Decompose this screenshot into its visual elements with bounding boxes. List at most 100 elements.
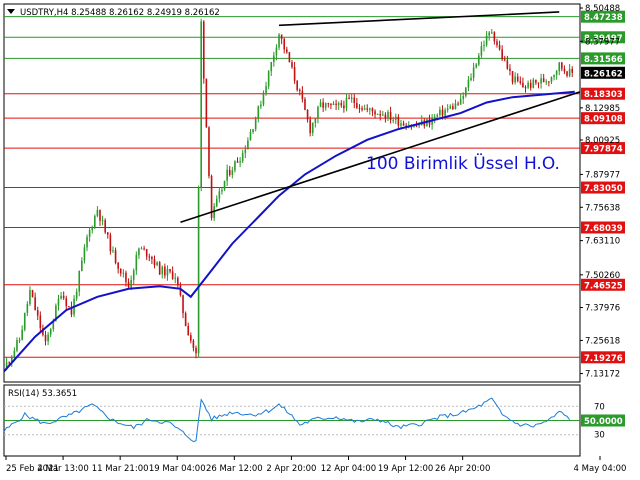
candle-body xyxy=(21,329,23,340)
candle-body xyxy=(130,279,132,288)
candle-body xyxy=(356,102,358,108)
candle-body xyxy=(47,334,49,342)
candle-body xyxy=(267,71,270,87)
candle-body xyxy=(418,125,420,127)
candle-body xyxy=(65,298,68,307)
candle-body xyxy=(291,62,293,68)
candle-body xyxy=(135,255,138,271)
candle-body xyxy=(548,81,550,83)
candle-body xyxy=(524,87,527,89)
candle-body xyxy=(324,103,327,108)
candle-body xyxy=(234,161,236,171)
candle-body xyxy=(467,79,470,88)
candle-body xyxy=(83,247,86,261)
candle-body xyxy=(125,272,127,282)
candle-body xyxy=(23,312,26,330)
candle-body xyxy=(506,60,509,69)
candle-body xyxy=(231,170,234,175)
candle-body xyxy=(394,116,397,120)
candle-body xyxy=(205,78,208,128)
candle-body xyxy=(197,187,200,354)
candle-body xyxy=(314,118,317,123)
candle-body xyxy=(260,104,262,107)
candle-body xyxy=(340,103,343,106)
candle-body xyxy=(516,76,519,82)
candle-body xyxy=(493,32,496,42)
candle-body xyxy=(389,112,392,121)
candle-body xyxy=(490,32,493,34)
price-tick-label-0: 8.50488 xyxy=(585,4,620,14)
candle-body xyxy=(353,97,356,103)
candle-body xyxy=(301,90,304,100)
candle-body xyxy=(322,102,324,108)
level-label-4: 8.09108 xyxy=(584,115,623,125)
time-tick-label-8: 26 Apr 20:00 xyxy=(435,464,490,474)
candle-body xyxy=(371,108,374,112)
candle-body xyxy=(571,68,574,73)
time-tick-label-3: 19 Mar 04:00 xyxy=(149,464,206,474)
candle-body xyxy=(16,340,18,351)
candle-body xyxy=(343,105,345,109)
candle-body xyxy=(496,41,498,46)
candle-body xyxy=(75,291,78,299)
candle-body xyxy=(483,44,485,47)
candle-body xyxy=(509,68,511,72)
candle-body xyxy=(34,297,36,311)
price-axis[interactable]: 8.472388.394978.315668.183038.091087.978… xyxy=(580,4,625,441)
level-label-7: 7.68039 xyxy=(584,224,623,234)
candle-body xyxy=(374,111,376,115)
candle-body xyxy=(350,97,353,99)
candle-body xyxy=(101,220,104,222)
candle-body xyxy=(78,270,81,292)
chart-frame xyxy=(0,0,640,480)
rsi-tick-label-1: 30 xyxy=(594,431,605,441)
candle-body xyxy=(400,123,402,126)
candle-body xyxy=(143,248,145,250)
candle-body xyxy=(29,290,31,305)
candle-body xyxy=(485,35,488,45)
candle-body xyxy=(119,268,122,274)
candle-body xyxy=(446,108,449,111)
candle-body xyxy=(553,74,555,77)
candle-body xyxy=(239,161,241,163)
candle-body xyxy=(465,87,467,96)
candle-body xyxy=(454,103,457,110)
candle-body xyxy=(444,110,446,116)
candle-body xyxy=(161,266,164,275)
candle-body xyxy=(568,68,571,76)
candle-body xyxy=(304,99,306,110)
candle-body xyxy=(94,215,96,228)
candle-body xyxy=(330,103,332,106)
candle-body xyxy=(223,180,226,190)
candle-body xyxy=(501,49,503,60)
candle-body xyxy=(44,334,47,342)
candle-body xyxy=(439,109,441,115)
candle-body xyxy=(537,82,540,84)
candle-body xyxy=(335,103,337,105)
candle-body xyxy=(96,209,99,216)
candle-body xyxy=(174,277,177,279)
candle-body xyxy=(49,329,52,335)
candle-body xyxy=(384,114,387,119)
price-tick-label-6: 7.63110 xyxy=(585,237,620,247)
level-label-0: 8.47238 xyxy=(584,13,623,23)
candle-body xyxy=(265,86,267,93)
time-tick-label-7: 19 Apr 12:00 xyxy=(378,464,433,474)
candle-body xyxy=(187,326,190,336)
candle-body xyxy=(522,82,524,88)
candle-body xyxy=(561,62,563,69)
candle-body xyxy=(190,335,192,341)
candle-body xyxy=(117,262,119,269)
candle-body xyxy=(436,114,439,117)
price-tick-label-4: 7.87977 xyxy=(585,170,620,180)
candle-body xyxy=(226,169,228,181)
candle-body xyxy=(228,169,231,175)
candle-body xyxy=(106,232,109,235)
candle-body xyxy=(244,149,247,154)
candle-body xyxy=(99,209,101,221)
candle-body xyxy=(91,227,94,231)
candle-body xyxy=(449,106,452,109)
candle-body xyxy=(319,102,322,107)
candle-body xyxy=(60,295,62,299)
level-label-3: 8.18303 xyxy=(584,90,623,100)
